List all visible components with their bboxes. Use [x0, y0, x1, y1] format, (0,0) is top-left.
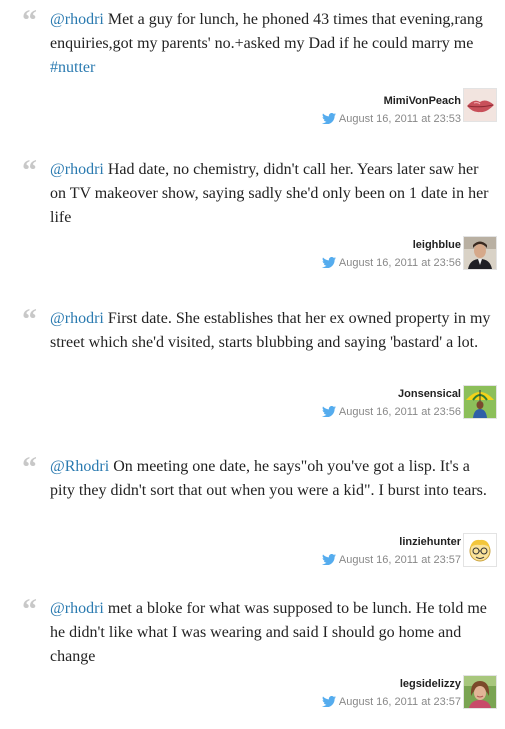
- twitter-bird-icon: [321, 696, 336, 707]
- mention-link[interactable]: @rhodri: [50, 161, 104, 178]
- hashtag-link[interactable]: #nutter: [50, 59, 95, 76]
- cartoon-face-icon: [464, 534, 496, 566]
- tweet-item: “ @rhodri met a bloke for what was suppo…: [0, 593, 505, 717]
- tweet-body: Met a guy for lunch, he phoned 43 times …: [50, 11, 483, 52]
- mention-link[interactable]: @rhodri: [50, 310, 104, 327]
- tweet-meta: MimiVonPeach August 16, 2011 at 23:53: [201, 94, 461, 126]
- umbrella-avatar[interactable]: [463, 385, 497, 419]
- tweet-timestamp[interactable]: August 16, 2011 at 23:53: [201, 112, 461, 126]
- timestamp-text: August 16, 2011 at 23:57: [338, 696, 461, 708]
- twitter-bird-icon: [321, 257, 336, 268]
- tweet-text: @rhodri Met a guy for lunch, he phoned 4…: [50, 8, 491, 80]
- tweet-item: “ @rhodri First date. She establishes th…: [0, 303, 505, 425]
- mention-link[interactable]: @Rhodri: [50, 458, 109, 475]
- cartoon-face-avatar[interactable]: [463, 533, 497, 567]
- tweet-meta: Jonsensical August 16, 2011 at 23:56: [201, 387, 461, 419]
- tweet-item: “ @rhodri Had date, no chemistry, didn't…: [0, 154, 505, 276]
- man-avatar[interactable]: [463, 236, 497, 270]
- tweet-meta: linziehunter August 16, 2011 at 23:57: [201, 535, 461, 567]
- man-portrait-icon: [464, 237, 496, 269]
- tweet-body: First date. She establishes that her ex …: [50, 310, 491, 351]
- tweet-item: “ @Rhodri On meeting one date, he says"o…: [0, 451, 505, 573]
- lips-avatar[interactable]: [463, 88, 497, 122]
- quote-mark-icon: “: [22, 4, 37, 37]
- author-name[interactable]: leighblue: [201, 238, 461, 252]
- twitter-bird-icon: [321, 406, 336, 417]
- woman-avatar[interactable]: [463, 675, 497, 709]
- twitter-bird-icon: [321, 554, 336, 565]
- tweet-item: “ @rhodri Met a guy for lunch, he phoned…: [0, 4, 505, 126]
- quote-mark-icon: “: [22, 303, 37, 336]
- twitter-bird-icon: [321, 113, 336, 124]
- tweet-text: @Rhodri On meeting one date, he says"oh …: [50, 455, 491, 503]
- tweet-meta: leighblue August 16, 2011 at 23:56: [201, 238, 461, 270]
- timestamp-text: August 16, 2011 at 23:57: [338, 554, 461, 566]
- umbrella-person-icon: [464, 386, 496, 418]
- tweet-timestamp[interactable]: August 16, 2011 at 23:56: [201, 405, 461, 419]
- woman-portrait-icon: [464, 676, 496, 708]
- tweet-body: Had date, no chemistry, didn't call her.…: [50, 161, 489, 226]
- author-name[interactable]: linziehunter: [201, 535, 461, 549]
- timestamp-text: August 16, 2011 at 23:56: [338, 257, 461, 269]
- timestamp-text: August 16, 2011 at 23:53: [338, 113, 461, 125]
- quote-mark-icon: “: [22, 451, 37, 484]
- author-name[interactable]: legsidelizzy: [201, 677, 461, 691]
- mention-link[interactable]: @rhodri: [50, 600, 104, 617]
- tweet-text: @rhodri First date. She establishes that…: [50, 307, 491, 355]
- quote-mark-icon: “: [22, 154, 37, 187]
- tweet-timestamp[interactable]: August 16, 2011 at 23:57: [201, 553, 461, 567]
- tweet-text: @rhodri Had date, no chemistry, didn't c…: [50, 158, 491, 230]
- author-name[interactable]: MimiVonPeach: [201, 94, 461, 108]
- timestamp-text: August 16, 2011 at 23:56: [338, 406, 461, 418]
- tweet-meta: legsidelizzy August 16, 2011 at 23:57: [201, 677, 461, 709]
- tweet-body: On meeting one date, he says"oh you've g…: [50, 458, 487, 499]
- tweet-timestamp[interactable]: August 16, 2011 at 23:56: [201, 256, 461, 270]
- tweet-body: met a bloke for what was supposed to be …: [50, 600, 487, 665]
- tweet-text: @rhodri met a bloke for what was suppose…: [50, 597, 491, 669]
- author-name[interactable]: Jonsensical: [201, 387, 461, 401]
- tweet-timestamp[interactable]: August 16, 2011 at 23:57: [201, 695, 461, 709]
- quote-mark-icon: “: [22, 593, 37, 626]
- mention-link[interactable]: @rhodri: [50, 11, 104, 28]
- lips-icon: [464, 89, 496, 121]
